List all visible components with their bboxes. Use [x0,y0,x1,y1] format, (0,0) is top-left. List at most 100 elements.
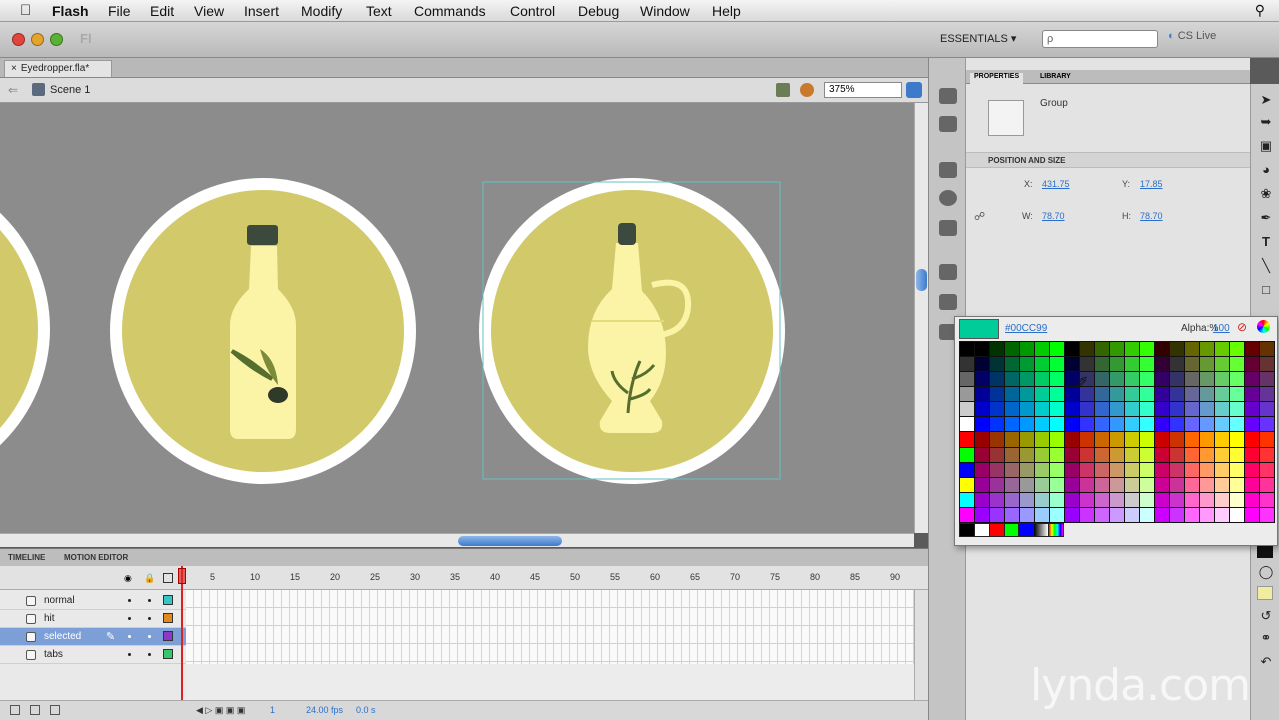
palette-swatch[interactable] [1110,507,1124,522]
palette-swatch[interactable] [1260,342,1274,357]
palette-swatch[interactable] [1215,492,1229,507]
palette-swatch[interactable] [1185,387,1199,402]
palette-swatch[interactable] [1110,432,1124,447]
palette-swatch[interactable] [975,492,989,507]
palette-swatch[interactable] [1140,492,1154,507]
palette-swatch[interactable] [990,417,1004,432]
palette-swatch[interactable] [1230,402,1244,417]
palette-swatch[interactable] [1125,447,1139,462]
palette-swatch[interactable] [1080,447,1094,462]
palette-swatch[interactable] [960,432,974,447]
palette-swatch[interactable] [1080,477,1094,492]
palette-swatch[interactable] [1110,492,1124,507]
palette-swatch[interactable] [960,447,974,462]
palette-swatch[interactable] [1170,402,1184,417]
hex-color-value[interactable]: #00CC99 [1005,323,1047,334]
menu-insert[interactable]: Insert [244,3,279,19]
palette-swatch[interactable] [1125,372,1139,387]
motion-presets-icon[interactable] [939,294,957,310]
palette-swatch[interactable] [1215,477,1229,492]
palette-swatch[interactable] [1200,387,1214,402]
close-window-button[interactable] [12,33,25,46]
palette-swatch[interactable] [1200,432,1214,447]
palette-swatch[interactable] [1245,357,1259,372]
palette-swatch[interactable] [960,417,974,432]
lock-dot[interactable] [148,635,151,638]
palette-swatch[interactable] [975,387,989,402]
palette-swatch[interactable] [1245,432,1259,447]
palette-swatch[interactable] [1035,507,1049,522]
palette-swatch[interactable] [990,477,1004,492]
palette-swatch[interactable] [975,372,989,387]
palette-swatch[interactable] [1020,477,1034,492]
edit-symbols-icon[interactable] [800,83,814,97]
layer-row[interactable]: normal [0,592,190,610]
info-panel-icon[interactable] [939,116,957,132]
y-value[interactable]: 17.85 [1140,179,1163,189]
palette-swatch[interactable] [960,507,974,522]
palette-swatch[interactable] [1230,492,1244,507]
palette-swatch[interactable] [975,402,989,417]
palette-swatch[interactable] [1185,447,1199,462]
lock-icon[interactable]: 🔒 [144,573,155,584]
palette-swatch[interactable] [1140,477,1154,492]
palette-swatch[interactable] [1140,507,1154,522]
palette-swatch[interactable] [1095,387,1109,402]
palette-swatch[interactable] [1185,357,1199,372]
palette-swatch[interactable] [1140,342,1154,357]
menu-help[interactable]: Help [712,3,741,19]
palette-swatch[interactable] [1065,447,1079,462]
palette-swatch[interactable] [1050,372,1064,387]
palette-swatch[interactable] [1080,462,1094,477]
paint-bucket-icon[interactable]: ◯ [1257,564,1275,580]
palette-swatch[interactable] [1200,357,1214,372]
palette-swatch[interactable] [1260,402,1274,417]
frame-ruler[interactable]: 5 10 15 20 25 30 35 40 45 50 55 60 65 70… [186,566,914,590]
palette-swatch[interactable] [1200,402,1214,417]
line-tool-icon[interactable]: ╲ [1257,258,1275,274]
palette-swatch[interactable] [1095,477,1109,492]
palette-swatch[interactable] [1260,417,1274,432]
palette-swatch[interactable] [1080,402,1094,417]
back-arrow-icon[interactable]: ⇐ [8,83,18,97]
palette-swatch[interactable] [975,462,989,477]
lock-proportions-icon[interactable]: ☍ [974,210,985,223]
palette-swatch[interactable] [1170,462,1184,477]
palette-swatch[interactable] [1155,357,1169,372]
palette-swatch[interactable] [1110,357,1124,372]
palette-swatch[interactable] [1170,492,1184,507]
palette-swatch[interactable] [975,417,989,432]
palette-swatch[interactable] [1245,462,1259,477]
palette-swatch[interactable] [990,432,1004,447]
palette-swatch[interactable] [1200,477,1214,492]
palette-swatch[interactable] [1260,447,1274,462]
tab-library[interactable]: LIBRARY [1036,73,1075,80]
swatches-panel-icon[interactable] [939,162,957,178]
menu-view[interactable]: View [194,3,224,19]
palette-swatch[interactable] [1125,477,1139,492]
palette-swatch[interactable] [960,402,974,417]
menu-window[interactable]: Window [640,3,690,19]
menu-control[interactable]: Control [510,3,555,19]
palette-swatch[interactable] [1155,432,1169,447]
stage[interactable] [0,103,914,533]
palette-swatch[interactable] [1185,462,1199,477]
palette-swatch[interactable] [1110,372,1124,387]
selection-tool-icon[interactable]: ➤ [1257,92,1275,108]
palette-swatch[interactable] [1125,432,1139,447]
color-picker-wheel-icon[interactable] [1257,320,1270,333]
menu-edit[interactable]: Edit [150,3,174,19]
palette-swatch[interactable] [1260,357,1274,372]
palette-swatch[interactable] [1020,402,1034,417]
palette-swatch[interactable] [1155,462,1169,477]
bottle-button-normal[interactable] [110,178,416,484]
document-tab[interactable]: × Eyedropper.fla* [4,60,112,77]
palette-swatch[interactable] [1035,402,1049,417]
palette-swatch[interactable] [1245,372,1259,387]
palette-swatch[interactable] [1035,387,1049,402]
zoom-window-button[interactable] [50,33,63,46]
palette-swatch[interactable] [1260,372,1274,387]
lasso-tool-icon[interactable]: ❀ [1257,186,1275,202]
palette-swatch[interactable] [1200,417,1214,432]
palette-swatch[interactable] [1125,462,1139,477]
